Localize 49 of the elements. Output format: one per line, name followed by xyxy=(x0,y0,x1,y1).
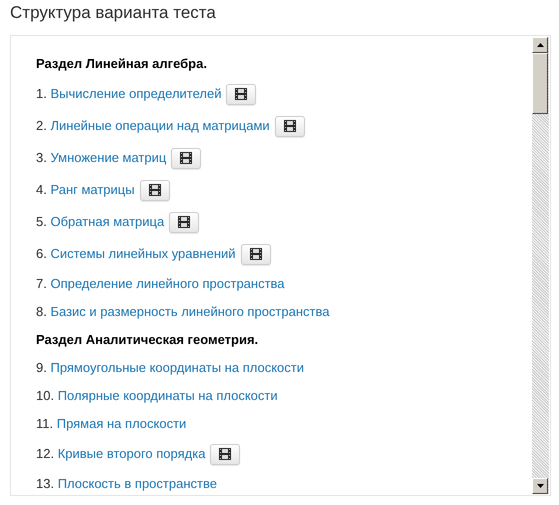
item-number: 1. xyxy=(36,85,48,104)
film-icon xyxy=(178,216,190,228)
scroll-down-button[interactable] xyxy=(532,478,548,494)
item-number: 4. xyxy=(36,181,48,200)
film-icon xyxy=(219,448,232,460)
film-icon xyxy=(284,120,296,132)
topic-link[interactable]: Ранг матрицы xyxy=(50,180,135,200)
topic-link[interactable]: Линейные операции над матрицами xyxy=(50,116,270,136)
topic-link[interactable]: Вычисление определителей xyxy=(50,84,222,104)
item-number: 10. xyxy=(36,387,56,406)
item-number: 2. xyxy=(36,117,48,136)
item-number: 7. xyxy=(36,275,48,294)
item-number: 6. xyxy=(36,245,48,264)
topic-link[interactable]: Прямая на плоскости xyxy=(56,414,186,434)
video-button[interactable] xyxy=(140,180,170,200)
section-heading: Раздел Аналитическая геометрия. xyxy=(36,331,258,350)
down-arrow-icon xyxy=(536,484,544,488)
film-icon xyxy=(235,88,248,100)
video-button[interactable] xyxy=(274,116,305,136)
film-icon xyxy=(250,248,262,260)
film-icon xyxy=(148,184,161,196)
film-icon xyxy=(180,152,192,164)
topic-link[interactable]: Системы линейных уравнений xyxy=(50,244,236,264)
item-number: 11. xyxy=(36,415,54,434)
item-number: 13. xyxy=(36,475,56,494)
topic-link[interactable]: Обратная матрица xyxy=(50,212,164,232)
video-button[interactable] xyxy=(169,212,200,232)
topic-link[interactable]: Полярные координаты на плоскости xyxy=(58,386,278,406)
page-title: Структура варианта теста xyxy=(9,2,217,24)
scroll-up-button[interactable] xyxy=(532,37,548,53)
video-button[interactable] xyxy=(171,148,202,168)
topic-link[interactable]: Плоскость в пространстве xyxy=(58,474,217,494)
topic-link[interactable]: Базис и размерность линейного пространства xyxy=(50,302,330,322)
section-heading: Раздел Линейная алгебра. xyxy=(36,55,207,74)
video-button[interactable] xyxy=(210,444,240,464)
up-arrow-icon xyxy=(536,43,544,47)
topic-link[interactable]: Определение линейного пространства xyxy=(50,274,285,294)
topic-link[interactable]: Умножение матриц xyxy=(50,148,166,168)
video-button[interactable] xyxy=(240,244,271,264)
topic-link[interactable]: Кривые второго порядка xyxy=(58,444,206,464)
item-number: 5. xyxy=(36,213,48,232)
item-number: 8. xyxy=(36,303,48,322)
scrollbar[interactable] xyxy=(532,37,549,494)
topic-link[interactable]: Прямоугольные координаты на плоскости xyxy=(50,358,304,378)
item-number: 9. xyxy=(36,359,48,378)
item-number: 3. xyxy=(36,149,48,168)
video-button[interactable] xyxy=(226,84,256,104)
scroll-thumb[interactable] xyxy=(532,53,548,114)
item-number: 12. xyxy=(36,445,56,464)
